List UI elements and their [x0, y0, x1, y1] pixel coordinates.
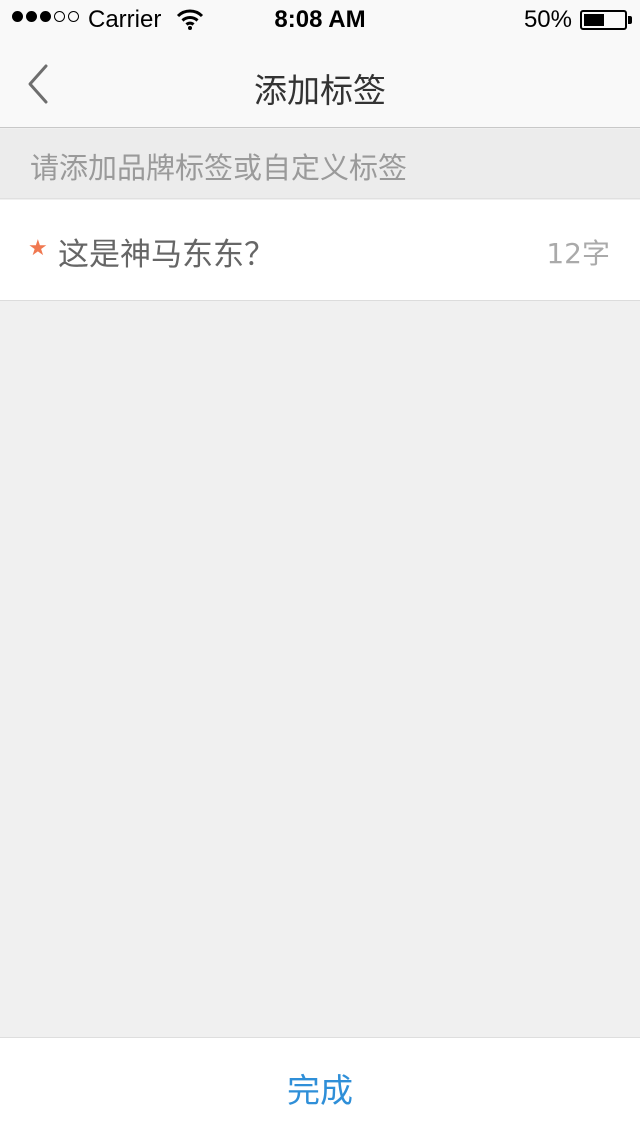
battery-level [584, 14, 604, 26]
navigation-bar: 添加标签 [0, 40, 640, 128]
tag-input-row: ★ 12字 [0, 200, 640, 301]
star-icon: ★ [28, 236, 48, 261]
battery-icon [580, 10, 627, 30]
page-title: 添加标签 [254, 71, 386, 110]
status-bar: Carrier 8:08 AM 50% [0, 0, 640, 40]
done-button[interactable]: 完成 [220, 1060, 420, 1116]
character-counter: 12字 [546, 237, 610, 270]
hint-text: 请添加品牌标签或自定义标签 [30, 151, 408, 185]
hint-section: 请添加品牌标签或自定义标签 [0, 129, 640, 199]
tag-input[interactable] [58, 230, 518, 272]
battery-tip [628, 16, 632, 24]
footer-bar: 完成 [0, 1037, 640, 1136]
battery-percentage: 50% [523, 6, 572, 33]
